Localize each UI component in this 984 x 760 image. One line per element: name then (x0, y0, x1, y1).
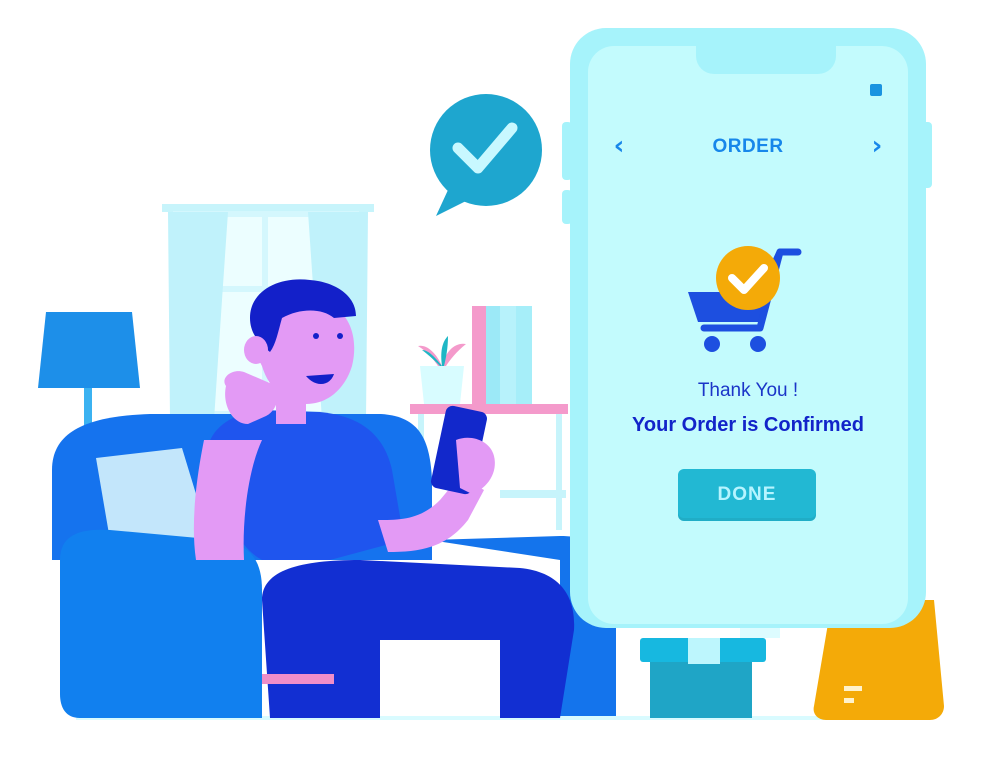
phone-mockup: ‹ ORDER › Thank You ! Your Order is Conf… (562, 28, 932, 628)
potted-plant-icon (418, 336, 466, 404)
order-header: ‹ ORDER › (570, 126, 926, 166)
shelf-illustration (410, 306, 568, 530)
order-confirmed-text: Your Order is Confirmed (632, 414, 864, 436)
thank-you-text: Thank You ! (697, 380, 799, 401)
camera-icon (870, 84, 882, 96)
package-box-icon (640, 618, 780, 718)
chevron-right-icon[interactable]: › (862, 126, 892, 166)
shopping-cart-check-icon (688, 246, 802, 352)
done-button[interactable]: DONE (678, 469, 816, 521)
floor-lamp-icon (38, 312, 140, 428)
phone-notch (696, 46, 836, 74)
check-speech-bubble-icon (430, 94, 542, 216)
phone-in-hand-illustration (431, 405, 495, 495)
